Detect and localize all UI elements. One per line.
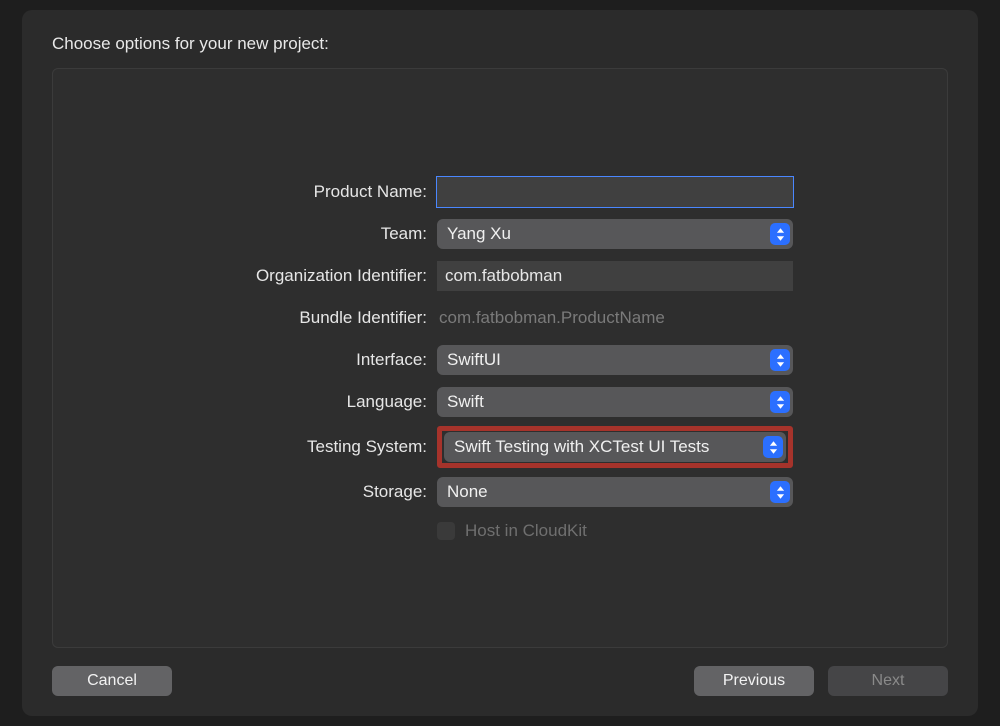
popup-indicator-icon [770, 349, 790, 371]
options-form: Product Name: Team: Yang Xu [53, 177, 947, 541]
form-container: Product Name: Team: Yang Xu [52, 68, 948, 648]
label-testing-system: Testing System: [53, 437, 427, 457]
cancel-button[interactable]: Cancel [52, 666, 172, 696]
previous-button[interactable]: Previous [694, 666, 814, 696]
row-org-identifier: Organization Identifier: [53, 261, 947, 291]
label-product-name: Product Name: [53, 182, 427, 202]
label-cloudkit: Host in CloudKit [465, 521, 587, 541]
row-team: Team: Yang Xu [53, 219, 947, 249]
label-bundle-identifier: Bundle Identifier: [53, 308, 427, 328]
testing-system-popup[interactable]: Swift Testing with XCTest UI Tests [444, 432, 786, 462]
row-interface: Interface: SwiftUI [53, 345, 947, 375]
product-name-input[interactable] [437, 177, 793, 207]
row-storage: Storage: None [53, 477, 947, 507]
label-storage: Storage: [53, 482, 427, 502]
popup-indicator-icon [763, 436, 783, 458]
storage-popup[interactable]: None [437, 477, 793, 507]
interface-popup[interactable]: SwiftUI [437, 345, 793, 375]
footer-bar: Cancel Previous Next [22, 648, 978, 716]
label-team: Team: [53, 224, 427, 244]
testing-system-popup-value: Swift Testing with XCTest UI Tests [454, 437, 709, 457]
language-popup-value: Swift [447, 392, 484, 412]
next-button: Next [828, 666, 948, 696]
row-product-name: Product Name: [53, 177, 947, 207]
team-popup[interactable]: Yang Xu [437, 219, 793, 249]
row-testing-system: Testing System: Swift Testing with XCTes… [53, 429, 947, 465]
interface-popup-value: SwiftUI [447, 350, 501, 370]
storage-popup-value: None [447, 482, 488, 502]
popup-indicator-icon [770, 391, 790, 413]
label-org-identifier: Organization Identifier: [53, 266, 427, 286]
sheet-title: Choose options for your new project: [22, 10, 978, 68]
label-interface: Interface: [53, 350, 427, 370]
new-project-sheet: Choose options for your new project: Pro… [22, 10, 978, 716]
row-language: Language: Swift [53, 387, 947, 417]
org-identifier-input[interactable] [437, 261, 793, 291]
popup-indicator-icon [770, 481, 790, 503]
team-popup-value: Yang Xu [447, 224, 511, 244]
bundle-identifier-value: com.fatbobman.ProductName [437, 303, 793, 333]
language-popup[interactable]: Swift [437, 387, 793, 417]
popup-indicator-icon [770, 223, 790, 245]
row-cloudkit: Host in CloudKit [53, 521, 947, 541]
row-bundle-identifier: Bundle Identifier: com.fatbobman.Product… [53, 303, 947, 333]
label-language: Language: [53, 392, 427, 412]
cloudkit-checkbox [437, 522, 455, 540]
